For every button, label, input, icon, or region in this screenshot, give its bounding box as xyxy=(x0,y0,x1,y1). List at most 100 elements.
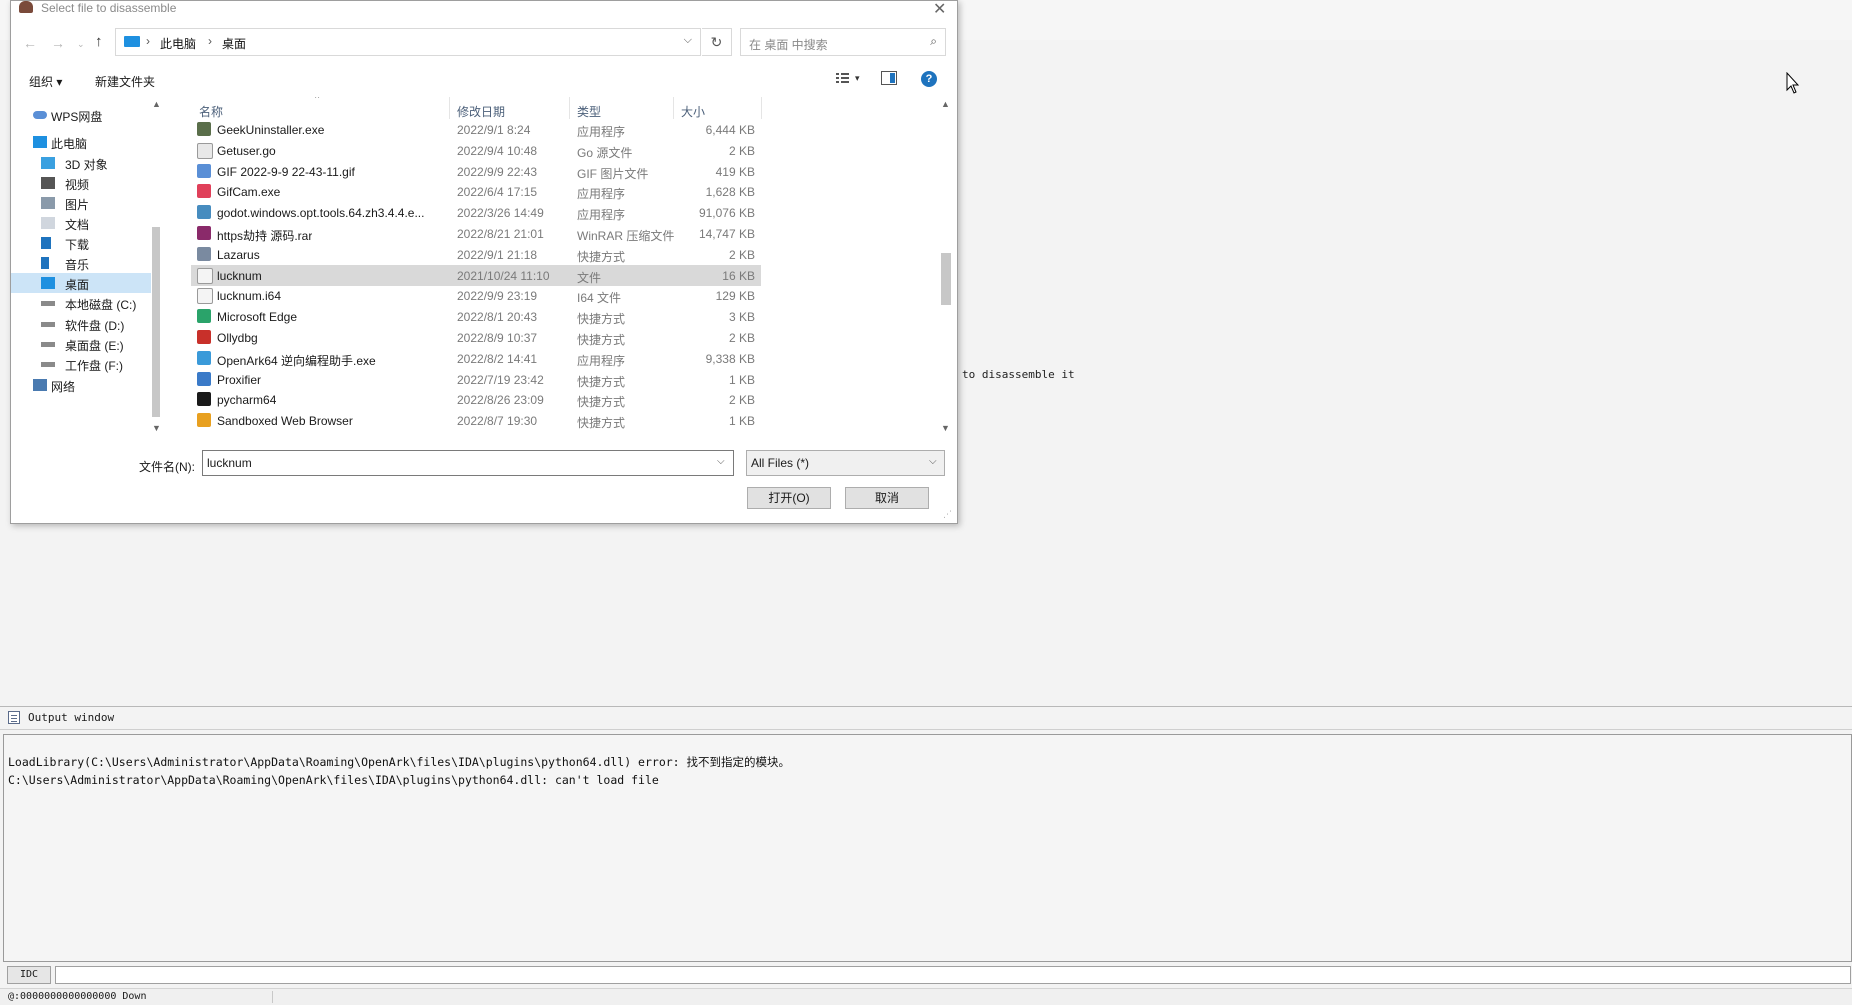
nav-item-label: 下载 xyxy=(65,238,90,252)
status-divider xyxy=(272,991,273,1003)
column-header-date[interactable]: 修改日期 xyxy=(457,103,505,120)
search-icon[interactable]: ⌕ xyxy=(930,34,937,49)
close-button[interactable]: ✕ xyxy=(933,0,946,19)
file-row[interactable]: GIF 2022-9-9 22-43-11.gif 2022/9/9 22:43 G… xyxy=(191,161,761,182)
output-window-title: Output window xyxy=(28,711,115,724)
forward-arrow-icon[interactable]: → xyxy=(51,35,65,51)
refresh-button[interactable]: ↻ xyxy=(702,28,732,56)
open-button[interactable]: 打开(O) xyxy=(747,487,831,509)
nav-item-wps-cloud[interactable]: WPS网盘 xyxy=(11,105,151,125)
scroll-down-icon[interactable]: ▼ xyxy=(152,423,161,433)
file-row[interactable]: GifCam.exe 2022/6/4 17:15 应用程序 1,628 KB xyxy=(191,181,761,202)
nav-item-documents[interactable]: 文档 xyxy=(11,213,151,233)
idc-button[interactable]: IDC xyxy=(7,966,51,984)
search-input[interactable]: 在 桌面 中搜索 ⌕ xyxy=(740,28,946,56)
file-type: 应用程序 xyxy=(577,125,626,139)
nav-item-desktop[interactable]: 桌面 xyxy=(11,273,151,293)
view-options-icon[interactable] xyxy=(835,71,851,85)
command-input[interactable] xyxy=(55,966,1851,984)
file-size: 6,444 KB xyxy=(705,123,755,137)
breadcrumb-desktop[interactable]: 桌面 xyxy=(222,35,246,52)
nav-item-videos[interactable]: 视频 xyxy=(11,173,151,193)
breadcrumb-separator: › xyxy=(208,34,212,48)
nav-item-drive-d[interactable]: 软件盘 (D:) xyxy=(11,314,151,334)
chevron-down-icon[interactable]: ▾ xyxy=(855,73,860,84)
up-arrow-icon[interactable]: ↑ xyxy=(95,33,103,50)
file-list-scrollbar[interactable]: ▲ ▼ xyxy=(939,97,953,437)
output-window-body[interactable]: LoadLibrary(C:\Users\Administrator\AppDa… xyxy=(3,734,1852,962)
scroll-down-icon[interactable]: ▼ xyxy=(941,423,950,433)
address-bar[interactable]: › 此电脑 › 桌面 ⌵ xyxy=(115,28,701,56)
file-row[interactable]: https劫持 源码.rar 2022/8/21 21:01 WinRAR 压缩文件… xyxy=(191,223,761,244)
file-icon xyxy=(197,392,211,407)
preview-pane-icon[interactable] xyxy=(881,71,897,85)
file-row[interactable]: Proxifier 2022/7/19 23:42 快捷方式 1 KB xyxy=(191,369,761,390)
nav-item-pictures[interactable]: 图片 xyxy=(11,193,151,213)
nav-item-label: 工作盘 (F:) xyxy=(65,359,123,373)
nav-item-music[interactable]: 音乐 xyxy=(11,253,151,273)
file-icon xyxy=(197,184,211,199)
nav-item-label: 软件盘 (D:) xyxy=(65,319,125,333)
column-header-name[interactable]: 名称 xyxy=(199,103,223,120)
filename-input[interactable]: lucknum xyxy=(202,450,734,476)
help-icon[interactable]: ? xyxy=(921,71,937,87)
download-icon xyxy=(41,237,51,249)
file-row[interactable]: pycharm64 2022/8/26 23:09 快捷方式 2 KB xyxy=(191,389,761,410)
scroll-up-icon[interactable]: ▲ xyxy=(941,99,950,109)
file-row[interactable]: Lazarus 2022/9/1 21:18 快捷方式 2 KB xyxy=(191,244,761,265)
breadcrumb-this-pc[interactable]: 此电脑 xyxy=(160,35,196,52)
recent-locations-icon[interactable]: ⌄ xyxy=(77,39,85,50)
file-icon xyxy=(197,246,211,261)
filetype-select[interactable]: All Files (*) xyxy=(746,450,945,476)
file-row[interactable]: Getuser.go 2022/9/4 10:48 Go 源文件 2 KB xyxy=(191,140,761,161)
scroll-thumb[interactable] xyxy=(152,227,160,417)
nav-item-drive-e[interactable]: 桌面盘 (E:) xyxy=(11,334,151,354)
nav-item-drive-f[interactable]: 工作盘 (F:) xyxy=(11,354,151,374)
column-header-size[interactable]: 大小 xyxy=(681,103,705,120)
new-folder-button[interactable]: 新建文件夹 xyxy=(95,73,155,90)
column-header-type[interactable]: 类型 xyxy=(577,103,601,120)
file-row[interactable]: lucknum 2021/10/24 11:10 文件 16 KB xyxy=(191,264,761,286)
file-name: Proxifier xyxy=(217,372,262,387)
chevron-down-icon[interactable]: ⌵ xyxy=(929,456,937,467)
dialog-title: Select file to disassemble xyxy=(41,1,177,15)
organize-button[interactable]: 组织 ▾ xyxy=(29,73,62,90)
column-divider[interactable] xyxy=(761,97,762,119)
back-arrow-icon[interactable]: ← xyxy=(23,35,37,51)
file-date: 2022/9/1 8:24 xyxy=(457,123,531,137)
nav-item-downloads[interactable]: 下载 xyxy=(11,233,151,253)
file-row[interactable]: Sandboxed Web Browser 2022/8/7 19:30 快捷方式 1… xyxy=(191,410,761,431)
file-row[interactable]: GeekUninstaller.exe 2022/9/1 8:24 应用程序 6,44… xyxy=(191,119,761,140)
search-placeholder: 在 桌面 中搜索 xyxy=(749,38,828,52)
file-name: pycharm64 xyxy=(217,393,277,408)
scroll-thumb[interactable] xyxy=(941,253,951,305)
nav-item-3d-objects[interactable]: 3D 对象 xyxy=(11,153,151,173)
file-date: 2022/9/9 22:43 xyxy=(457,164,538,179)
resize-grip-icon[interactable]: ⋰ xyxy=(943,509,953,519)
nav-pane-scrollbar[interactable]: ▲ ▼ xyxy=(150,97,161,435)
nav-item-drive-c[interactable]: 本地磁盘 (C:) xyxy=(11,293,151,313)
app-icon xyxy=(19,1,33,13)
file-icon xyxy=(197,350,211,365)
file-row[interactable]: OpenArk64 逆向编程助手.exe 2022/8/2 14:41 应用程序 9,… xyxy=(191,348,761,369)
column-divider[interactable] xyxy=(673,97,674,119)
file-row[interactable]: lucknum.i64 2022/9/9 23:19 I64 文件 129 KB xyxy=(191,285,761,306)
file-row[interactable]: Microsoft Edge 2022/8/1 20:43 快捷方式 3 KB xyxy=(191,306,761,327)
file-name: https劫持 源码.rar xyxy=(217,229,313,243)
file-date: 2022/3/26 14:49 xyxy=(457,206,544,221)
file-type: I64 文件 xyxy=(577,291,622,306)
file-type: 应用程序 xyxy=(577,353,626,368)
file-row[interactable]: Ollydbg 2022/8/9 10:37 快捷方式 2 KB xyxy=(191,327,761,348)
chevron-down-icon[interactable]: ⌵ xyxy=(684,34,692,47)
file-size: 419 KB xyxy=(715,164,755,179)
cancel-button[interactable]: 取消 xyxy=(845,487,929,509)
file-row[interactable]: godot.windows.opt.tools.64.zh3.4.4.e... 2… xyxy=(191,202,761,223)
column-divider[interactable] xyxy=(569,97,570,119)
nav-item-network[interactable]: 网络 xyxy=(11,375,151,395)
file-date: 2022/8/21 21:01 xyxy=(457,227,544,241)
nav-item-this-pc[interactable]: 此电脑 xyxy=(11,132,151,152)
chevron-down-icon[interactable]: ⌵ xyxy=(717,456,725,467)
file-icon xyxy=(197,413,211,428)
column-divider[interactable] xyxy=(449,97,450,119)
scroll-up-icon[interactable]: ▲ xyxy=(152,99,161,109)
